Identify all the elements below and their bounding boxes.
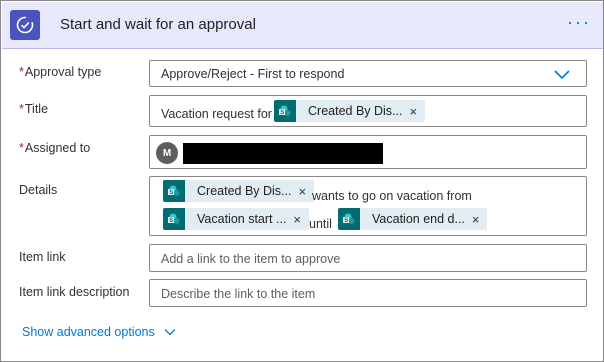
item-link-description-placeholder: Describe the link to the item (161, 287, 316, 301)
token-created-by[interactable]: S Created By Dis... × (163, 180, 315, 202)
title-prefix-text: Vacation request for (161, 107, 272, 121)
approval-type-value: Approve/Reject - First to respond (161, 67, 345, 81)
avatar: M (156, 142, 178, 164)
details-text-1: wants to go on vacation from (312, 189, 472, 203)
sharepoint-icon: S (163, 208, 185, 230)
sharepoint-icon: S (274, 100, 296, 122)
title-field[interactable]: Vacation request for S Created By Dis...… (149, 95, 587, 127)
chevron-down-icon[interactable] (554, 68, 570, 80)
redacted-assignee (183, 143, 383, 164)
approval-type-label: *Approval type (19, 65, 101, 79)
required-marker: * (19, 141, 24, 155)
svg-text:S: S (344, 218, 348, 224)
assigned-to-label: *Assigned to (19, 141, 90, 155)
svg-text:S: S (169, 218, 173, 224)
details-label: Details (19, 183, 58, 197)
action-title: Start and wait for an approval (60, 16, 256, 33)
item-link-description-label: Item link description (19, 285, 130, 299)
title-label-text: Title (24, 102, 49, 116)
details-text-2: until (309, 217, 332, 231)
show-advanced-options-link[interactable]: Show advanced options (22, 325, 176, 339)
item-link-description-input[interactable]: Describe the link to the item (149, 279, 587, 307)
assigned-to-label-text: Assigned to (24, 141, 91, 155)
sharepoint-icon: S (163, 180, 185, 202)
item-link-label: Item link (19, 250, 66, 264)
sharepoint-icon: S (338, 208, 360, 230)
close-icon[interactable]: × (293, 212, 309, 227)
item-link-input[interactable]: Add a link to the item to approve (149, 244, 587, 272)
assigned-to-field[interactable]: M (149, 135, 587, 169)
action-header[interactable]: Start and wait for an approval ··· (2, 2, 603, 49)
show-advanced-options-label: Show advanced options (22, 325, 155, 339)
approval-type-label-text: Approval type (24, 65, 102, 79)
close-icon[interactable]: × (472, 212, 488, 227)
token-vacation-end[interactable]: S Vacation end d... × (338, 208, 488, 230)
details-field[interactable]: S Created By Dis... × wants to go on vac… (149, 176, 587, 236)
token-label: Vacation start ... (197, 212, 287, 226)
item-link-placeholder: Add a link to the item to approve (161, 252, 341, 266)
close-icon[interactable]: × (409, 104, 425, 119)
token-label: Created By Dis... (308, 104, 403, 118)
more-options-icon[interactable]: ··· (567, 12, 591, 33)
required-marker: * (19, 65, 24, 79)
token-label: Created By Dis... (197, 184, 292, 198)
approval-type-dropdown[interactable]: Approve/Reject - First to respond (149, 60, 587, 87)
token-label: Vacation end d... (372, 212, 465, 226)
svg-text:S: S (280, 110, 284, 116)
token-created-by[interactable]: S Created By Dis... × (274, 100, 426, 122)
required-marker: * (19, 102, 24, 116)
approval-check-icon (10, 10, 40, 40)
title-label: *Title (19, 102, 48, 116)
token-vacation-start[interactable]: S Vacation start ... × (163, 208, 309, 230)
chevron-down-icon (164, 329, 176, 336)
approval-action-card: Start and wait for an approval ··· *Appr… (0, 0, 604, 362)
svg-text:S: S (169, 190, 173, 196)
